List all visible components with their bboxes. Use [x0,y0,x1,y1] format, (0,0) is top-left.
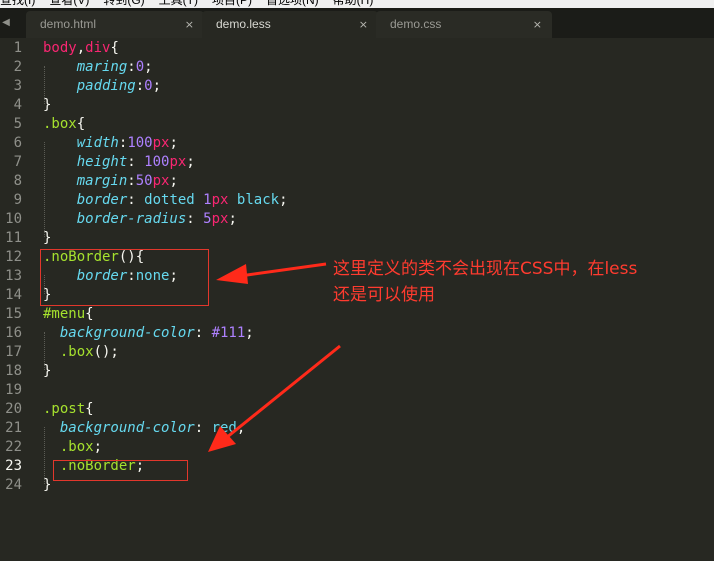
arrow-line-lower [225,344,341,440]
arrow-head-lower [208,426,236,452]
arrow-line-upper [239,262,327,278]
arrow-head-upper [216,264,248,284]
annotation-arrows [208,262,341,452]
